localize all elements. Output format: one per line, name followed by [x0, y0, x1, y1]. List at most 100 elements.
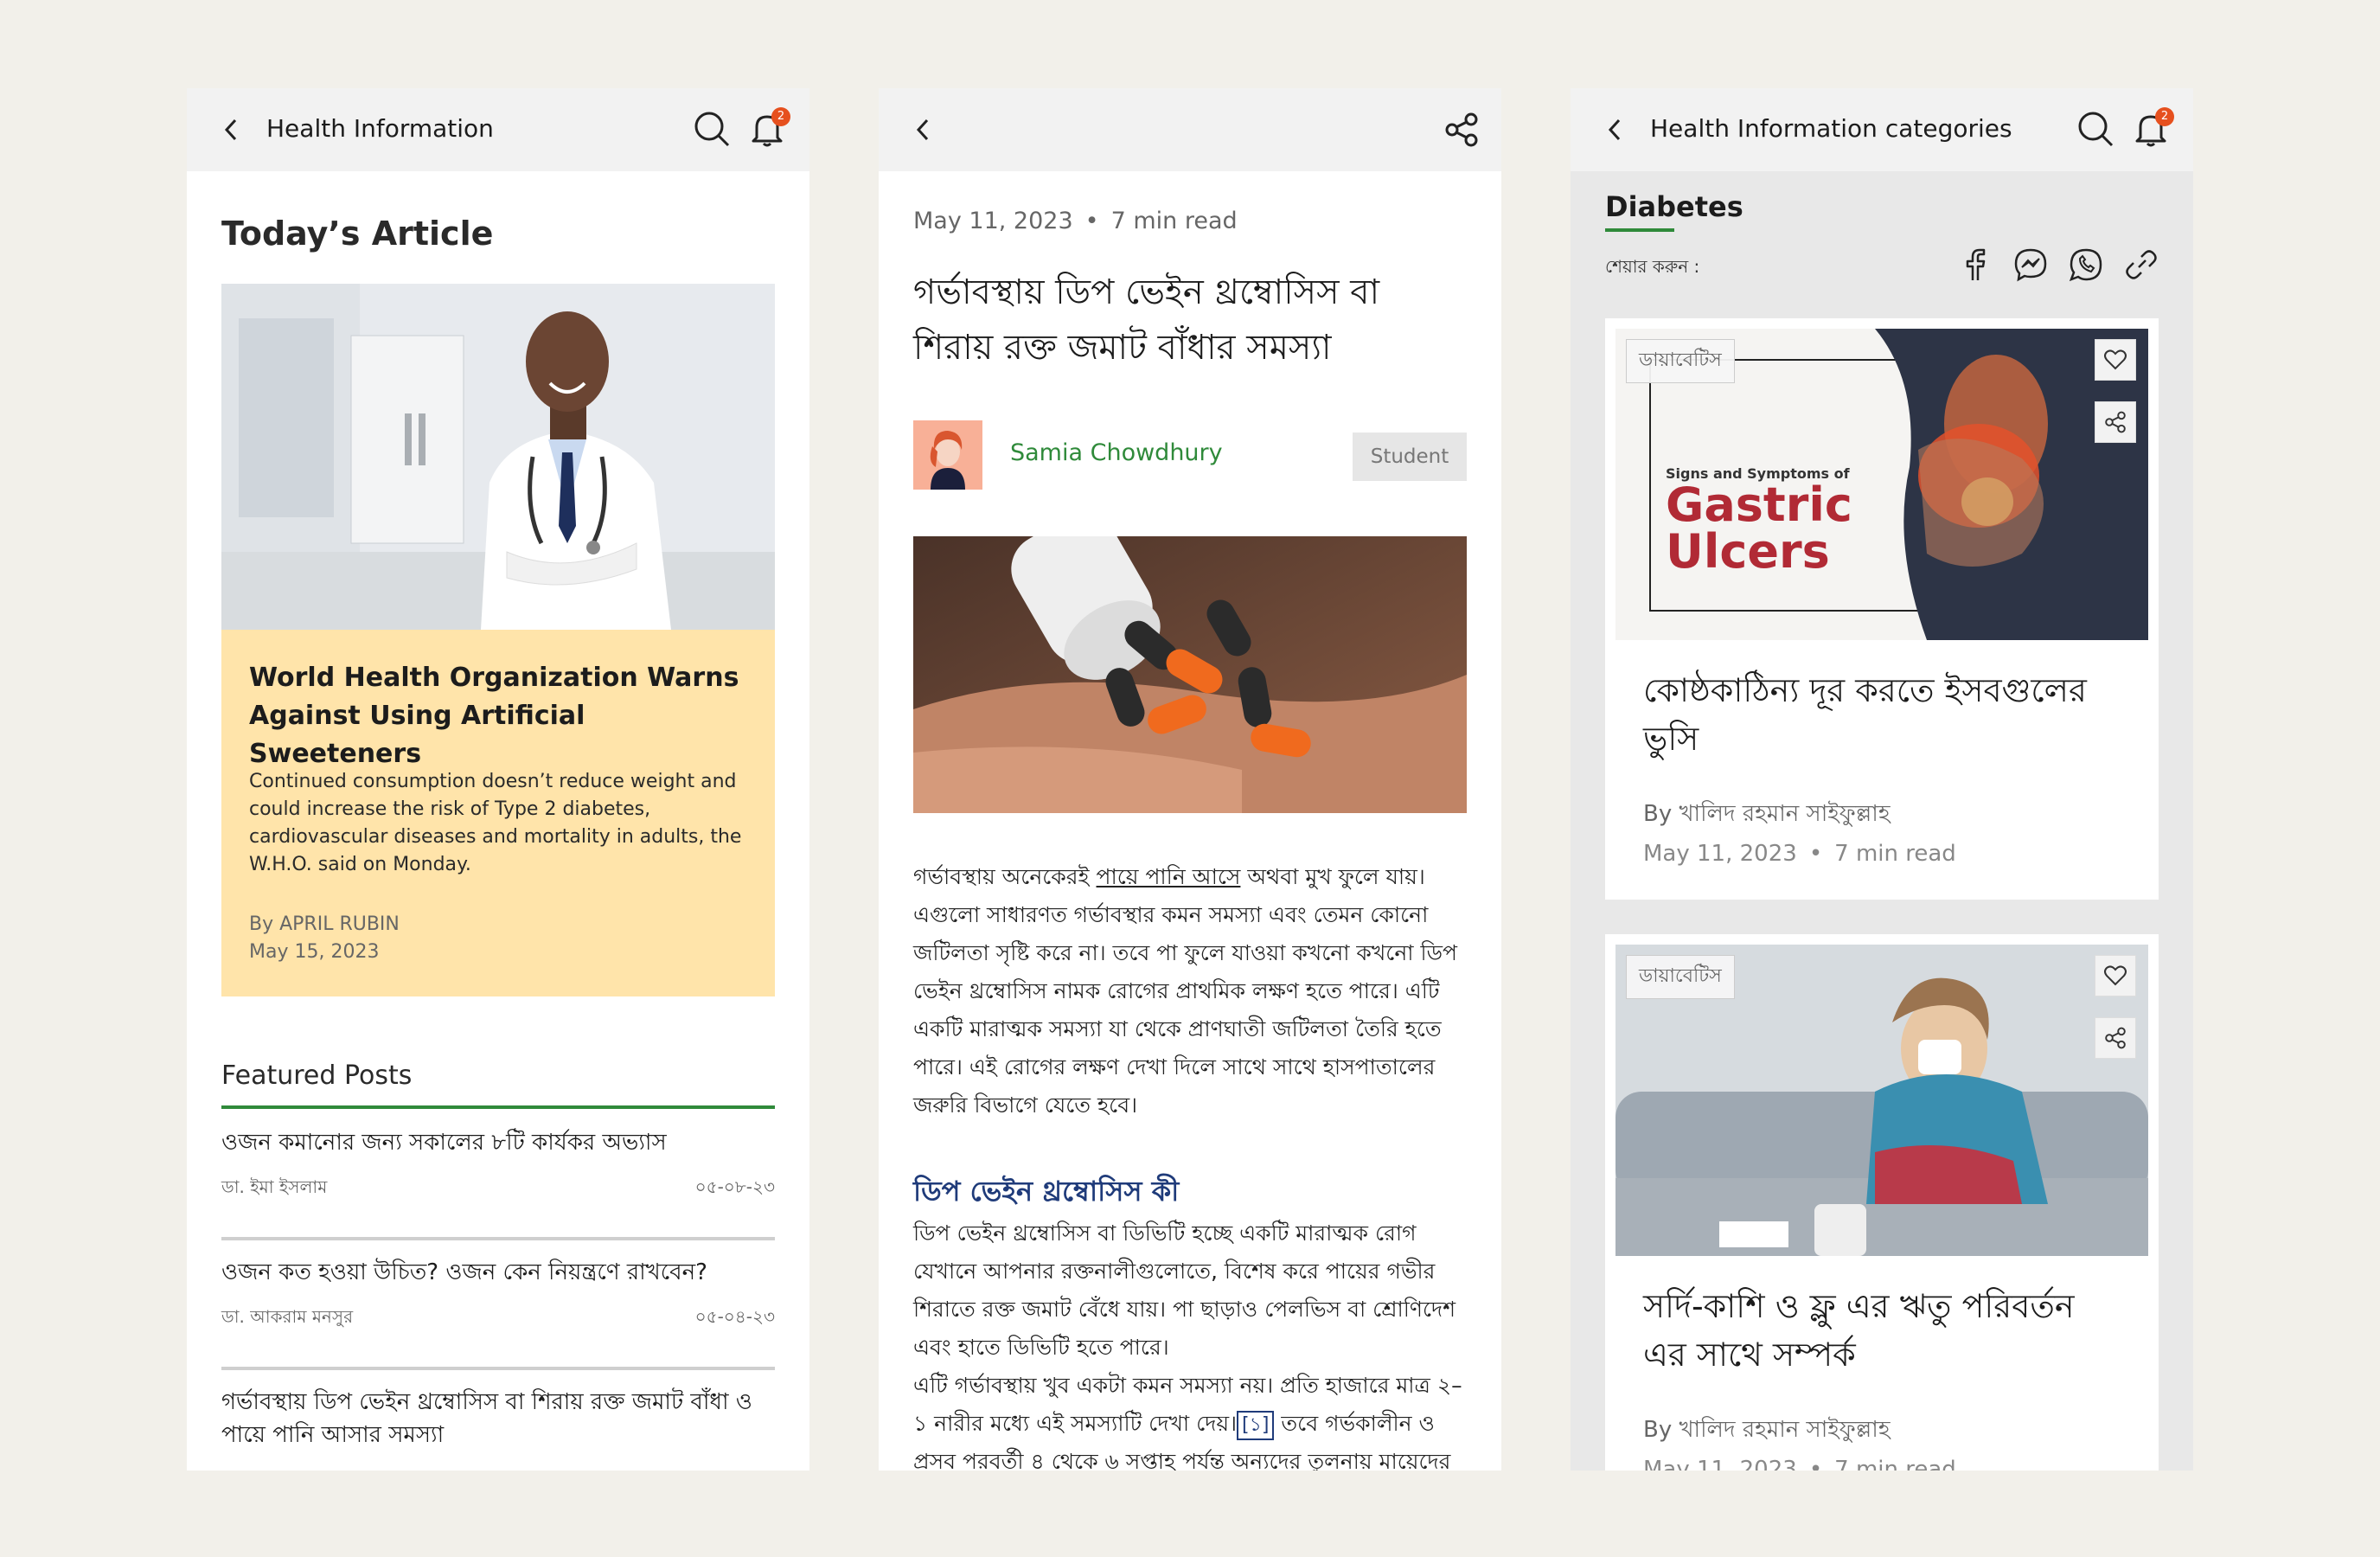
notification-badge: 2 — [2155, 107, 2174, 126]
divider — [221, 1237, 775, 1240]
facebook-share-button[interactable] — [1956, 246, 1994, 284]
featured-post-title: ওজন কমানোর জন্য সকালের ৮টি কার্যকর অভ্যা… — [221, 1130, 667, 1156]
pills-photo — [913, 536, 1467, 813]
read-time: 7 min read — [1834, 841, 1956, 867]
card-meta: May 11, 2023 • 7 min read — [1643, 841, 1956, 867]
featured-article-card[interactable]: World Health Organization Warns Against … — [221, 630, 775, 996]
separator-dot: • — [1084, 208, 1099, 234]
favorite-button[interactable] — [2095, 339, 2136, 381]
health-information-screen: Health Information 2 Today’s Article Wor… — [187, 88, 809, 1470]
featured-post-meta: ডা. ইমা ইসলাম ০৫-০৮-২৩ — [221, 1175, 775, 1203]
separator-dot: • — [1808, 841, 1823, 867]
article-body-paragraph: গর্ভাবস্থায় অনেকেরই পায়ে পানি আসে অথবা… — [913, 858, 1467, 1124]
search-icon — [694, 112, 730, 147]
body-text: অথবা মুখ ফুলে যায়। এগুলো সাধারণত গর্ভাব… — [913, 864, 1457, 1118]
featured-post-author: ডা. ইমা ইসলাম — [221, 1176, 328, 1197]
app-bar: Health Information 2 — [187, 88, 809, 171]
app-bar — [879, 88, 1501, 171]
share-icon — [1445, 112, 1478, 147]
featured-post-item[interactable]: ওজন কত হওয়া উচিত? ওজন কেন নিয়ন্ত্রণে র… — [221, 1256, 775, 1333]
card-title: সর্দি-কাশি ও ফ্লু এর ঋতু পরিবর্তন এর সাথ… — [1643, 1287, 2075, 1374]
article-image — [913, 536, 1467, 813]
separator-dot: • — [1808, 1457, 1823, 1470]
featured-posts-title: Featured Posts — [221, 1060, 413, 1091]
article-detail-screen: May 11, 2023 • 7 min read গর্ভাবস্থায় ডিপ… — [879, 88, 1501, 1470]
favorite-button[interactable] — [2095, 955, 2136, 996]
article-body-paragraph: এটি গর্ভাবস্থায় খুব একটা কমন সমস্যা নয়… — [913, 1367, 1467, 1470]
section-title: Today’s Article — [221, 215, 494, 253]
featured-post-item[interactable]: গর্ভাবস্থায় ডিপ ভেইন থ্রম্বোসিস বা শিরা… — [221, 1386, 775, 1451]
reference-link[interactable]: [১] — [1237, 1411, 1275, 1440]
back-button[interactable] — [216, 114, 247, 145]
heart-icon — [2104, 965, 2127, 986]
search-icon — [2078, 112, 2114, 147]
back-button[interactable] — [908, 114, 939, 145]
card-byline: By খালিদ রহমান সাইফুল্লাহ — [1643, 1417, 1891, 1443]
whatsapp-icon — [2069, 248, 2102, 282]
chevron-left-icon — [916, 119, 929, 141]
divider — [221, 1367, 775, 1370]
card-byline: By খালিদ রহমান সাইফুল্লাহ — [1643, 801, 1891, 827]
card-date: May 11, 2023 — [1643, 1457, 1797, 1470]
read-time: 7 min read — [1834, 1457, 1956, 1470]
card-share-button[interactable] — [2095, 1017, 2136, 1059]
author-name-link[interactable]: Samia Chowdhury — [1010, 439, 1223, 466]
chevron-left-icon — [224, 119, 237, 141]
featured-post-title: গর্ভাবস্থায় ডিপ ভেইন থ্রম্বোসিস বা শিরা… — [221, 1389, 752, 1448]
featured-posts-underline — [221, 1105, 775, 1109]
featured-post-title: ওজন কত হওয়া উচিত? ওজন কেন নিয়ন্ত্রণে র… — [221, 1259, 707, 1285]
article-byline: By APRIL RUBIN — [249, 913, 400, 935]
avatar[interactable] — [913, 420, 982, 490]
messenger-icon — [2014, 248, 2047, 282]
featured-post-author: ডা. আকরাম মনসুর — [221, 1306, 354, 1327]
article-headline: World Health Organization Warns Against … — [249, 663, 739, 769]
category-underline — [1605, 228, 1674, 232]
search-button[interactable] — [2076, 109, 2115, 149]
notification-badge: 2 — [771, 107, 790, 126]
card-share-button[interactable] — [2095, 401, 2136, 443]
heart-icon — [2104, 349, 2127, 370]
chevron-left-icon — [1608, 119, 1621, 141]
article-card[interactable]: ডায়াবেটিস সর্দি-কাশি ও ফ্লু এর ঋতু পরিব… — [1605, 934, 2159, 1470]
share-icon — [2105, 411, 2126, 433]
image-title-line: Ulcers — [1666, 524, 1830, 579]
share-button[interactable] — [1443, 111, 1481, 149]
featured-post-date: ০৫-০৪-২৩ — [694, 1306, 775, 1327]
hero-image[interactable] — [221, 284, 775, 630]
category-title: Diabetes — [1605, 190, 1743, 223]
health-categories-screen: Health Information categories 2 Diabetes… — [1571, 88, 2193, 1470]
app-bar: Health Information categories 2 — [1571, 88, 2193, 171]
author-role-badge: Student — [1353, 432, 1467, 481]
author-avatar-illustration — [913, 420, 982, 490]
share-icon — [2105, 1027, 2126, 1049]
doctor-photo — [221, 284, 775, 630]
article-meta: May 11, 2023 • 7 min read — [913, 208, 1238, 234]
article-title: গর্ভাবস্থায় ডিপ ভেইন থ্রম্বোসিস বা শিরা… — [913, 272, 1380, 368]
back-button[interactable] — [1600, 114, 1631, 145]
search-button[interactable] — [692, 109, 732, 149]
link-icon — [2126, 250, 2157, 279]
image-overlay-text: Signs and Symptoms of Gastric Ulcers — [1666, 465, 1852, 575]
page-title: Health Information categories — [1650, 114, 2012, 143]
article-date: May 11, 2023 — [913, 208, 1073, 234]
article-body-paragraph: ডিপ ভেইন থ্রম্বোসিস বা ডিভিটি হচ্ছে একটি… — [913, 1221, 1456, 1360]
image-title-line: Gastric — [1666, 477, 1852, 532]
copy-link-button[interactable] — [2122, 246, 2160, 284]
category-tag: ডায়াবেটিস — [1626, 339, 1735, 383]
whatsapp-share-button[interactable] — [2067, 246, 2105, 284]
facebook-icon — [1966, 248, 1986, 280]
featured-post-item[interactable]: ওজন কমানোর জন্য সকালের ৮টি কার্যকর অভ্যা… — [221, 1126, 775, 1203]
article-subheading: ডিপ ভেইন থ্রম্বোসিস কী — [913, 1175, 1180, 1208]
article-date: May 15, 2023 — [249, 941, 380, 963]
page-title: Health Information — [266, 114, 494, 143]
share-label: শেয়ার করুন : — [1605, 256, 1700, 277]
article-summary: Continued consumption doesn’t reduce wei… — [249, 771, 742, 875]
body-text: গর্ভাবস্থায় অনেকেরই — [913, 864, 1097, 889]
featured-post-date: ০৫-০৮-২৩ — [694, 1176, 775, 1197]
card-title: কোষ্ঠকাঠিন্য দূর করতে ইসবগুলের ভুসি — [1643, 671, 2087, 758]
card-date: May 11, 2023 — [1643, 841, 1797, 867]
article-card[interactable]: ডায়াবেটিস Signs and Symptoms of Gastric… — [1605, 318, 2159, 900]
inline-link[interactable]: পায়ে পানি আসে — [1097, 864, 1241, 889]
card-meta: May 11, 2023 • 7 min read — [1643, 1457, 1956, 1470]
messenger-share-button[interactable] — [2012, 246, 2050, 284]
